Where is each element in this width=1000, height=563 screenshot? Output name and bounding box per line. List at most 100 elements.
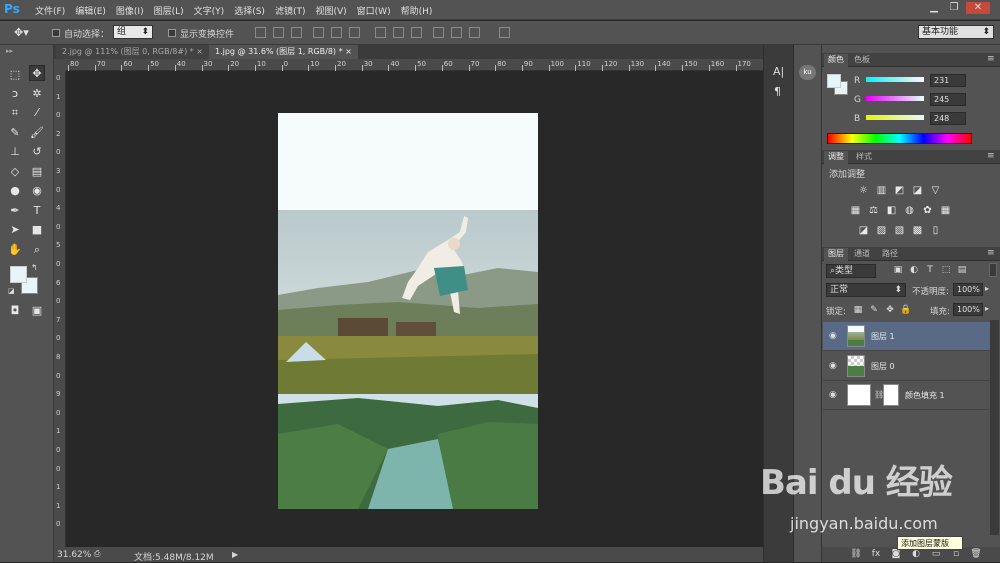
- lasso-tool-icon[interactable]: ↄ: [7, 86, 23, 102]
- healing-brush-tool-icon[interactable]: ✎: [7, 125, 23, 141]
- eye-icon[interactable]: ◉: [829, 331, 837, 341]
- invert-icon[interactable]: ◪: [858, 225, 869, 236]
- menu-layer[interactable]: 图层(L): [149, 4, 189, 17]
- opacity-input[interactable]: 100%: [953, 283, 983, 296]
- screen-mode-icon[interactable]: ▣: [29, 303, 45, 319]
- link-layers-icon[interactable]: ⛓: [850, 548, 862, 560]
- auto-select-checkbox[interactable]: [52, 28, 60, 38]
- menu-edit[interactable]: 编辑(E): [70, 4, 111, 17]
- filter-toggle[interactable]: [989, 263, 997, 277]
- lock-image-icon[interactable]: ✎: [868, 304, 880, 316]
- tab-adjustments[interactable]: 调整: [824, 151, 848, 164]
- history-brush-tool-icon[interactable]: ↺: [29, 144, 45, 160]
- layer-filter-dropdown[interactable]: ⌕类型: [826, 264, 876, 278]
- filter-type-icon[interactable]: T: [924, 264, 936, 276]
- filter-pixel-icon[interactable]: ▣: [892, 264, 904, 276]
- distribute-left-icon[interactable]: [433, 27, 444, 38]
- levels-icon[interactable]: ▥: [876, 185, 887, 196]
- color-fg-swatch[interactable]: [827, 74, 841, 88]
- align-vcenter-icon[interactable]: [273, 27, 284, 38]
- align-bottom-icon[interactable]: [291, 27, 302, 38]
- menu-select[interactable]: 选择(S): [229, 4, 270, 17]
- filter-shape-icon[interactable]: ⬚: [940, 264, 952, 276]
- blue-value-input[interactable]: 248: [930, 112, 966, 125]
- align-left-icon[interactable]: [313, 27, 324, 38]
- tab-swatches[interactable]: 色板: [850, 54, 874, 67]
- gradient-tool-icon[interactable]: ▤: [29, 164, 45, 180]
- export-icon[interactable]: ⎙: [94, 549, 100, 559]
- distribute-bottom-icon[interactable]: [411, 27, 422, 38]
- close-tab-icon[interactable]: ×: [345, 47, 352, 56]
- blue-slider[interactable]: [866, 115, 924, 120]
- red-slider[interactable]: [866, 77, 924, 82]
- color-lookup-icon[interactable]: ▦: [940, 205, 951, 216]
- quick-mask-icon[interactable]: ◘: [7, 303, 23, 319]
- tab-1jpg[interactable]: 1.jpg @ 31.6% (图层 1, RGB/8) * ×: [209, 45, 358, 59]
- gradient-map-icon[interactable]: ▯: [930, 225, 941, 236]
- vertical-ruler[interactable]: 0 1 0 2 0 3 0 4 0 5 0 6 0 7 0 8 0 9 0 1 0 0 1 1 0: [54, 71, 66, 547]
- type-tool-icon[interactable]: T: [29, 203, 45, 219]
- green-slider[interactable]: [866, 96, 924, 101]
- red-value-input[interactable]: 231: [930, 74, 966, 87]
- exposure-icon[interactable]: ◪: [912, 185, 923, 196]
- dodge-tool-icon[interactable]: ◉: [29, 183, 45, 199]
- tab-paths[interactable]: 路径: [878, 248, 902, 261]
- lock-position-icon[interactable]: ✥: [884, 304, 896, 316]
- show-transform-checkbox[interactable]: [168, 28, 176, 38]
- menu-file[interactable]: 文件(F): [30, 4, 70, 17]
- menu-filter[interactable]: 滤镜(T): [270, 4, 311, 17]
- distribute-vcenter-icon[interactable]: [393, 27, 404, 38]
- rectangle-tool-icon[interactable]: ■: [29, 222, 45, 238]
- tab-2jpg[interactable]: 2.jpg @ 111% (图层 0, RGB/8#) * ×: [56, 45, 209, 59]
- delete-layer-icon[interactable]: 🗑: [970, 548, 982, 560]
- brightness-icon[interactable]: ☼: [858, 185, 869, 196]
- opacity-arrow-icon[interactable]: ▸: [985, 284, 989, 293]
- menu-type[interactable]: 文字(Y): [189, 4, 230, 17]
- menu-window[interactable]: 窗口(W): [352, 4, 396, 17]
- layer-row-0[interactable]: ◉ 图层 0: [823, 352, 990, 381]
- panel-menu-icon[interactable]: ≡: [987, 54, 995, 64]
- pen-tool-icon[interactable]: ✒: [7, 203, 23, 219]
- tab-layers[interactable]: 图层: [824, 248, 848, 261]
- auto-select-dropdown[interactable]: 组 ⬍: [113, 25, 153, 39]
- tab-channels[interactable]: 通道: [850, 248, 874, 261]
- eyedropper-tool-icon[interactable]: ⁄: [29, 105, 45, 121]
- eraser-tool-icon[interactable]: ◇: [7, 164, 23, 180]
- menu-help[interactable]: 帮助(H): [396, 4, 438, 17]
- curves-icon[interactable]: ◩: [894, 185, 905, 196]
- close-tab-icon[interactable]: ×: [196, 47, 203, 56]
- brush-tool-icon[interactable]: 🖌: [29, 125, 45, 141]
- blend-mode-dropdown[interactable]: 正常 ⬍: [826, 283, 906, 297]
- panel-collapse-icon[interactable]: ▸▸: [6, 47, 13, 55]
- lock-transparent-icon[interactable]: ▦: [852, 304, 864, 316]
- align-top-icon[interactable]: [255, 27, 266, 38]
- clone-stamp-tool-icon[interactable]: ⊥: [7, 144, 23, 160]
- character-panel-icon[interactable]: A|: [773, 65, 784, 78]
- menu-view[interactable]: 视图(V): [310, 4, 351, 17]
- kuler-icon[interactable]: ku: [799, 65, 816, 80]
- path-selection-tool-icon[interactable]: ➤: [7, 222, 23, 238]
- align-hcenter-icon[interactable]: [331, 27, 342, 38]
- layers-scrollbar[interactable]: [990, 320, 999, 535]
- filter-smart-object-icon[interactable]: ▤: [956, 264, 968, 276]
- tab-styles[interactable]: 样式: [852, 151, 876, 164]
- restore-icon[interactable]: ❐: [946, 2, 962, 14]
- color-spectrum-ramp[interactable]: [827, 133, 972, 144]
- posterize-icon[interactable]: ▨: [876, 225, 887, 236]
- move-tool-preset-icon[interactable]: ✥▾: [14, 26, 29, 39]
- panel-menu-icon[interactable]: ≡: [987, 151, 995, 161]
- align-right-icon[interactable]: [349, 27, 360, 38]
- threshold-icon[interactable]: ▧: [894, 225, 905, 236]
- swap-colors-icon[interactable]: ↰: [31, 263, 38, 272]
- foreground-color-swatch[interactable]: [10, 266, 27, 283]
- horizontal-ruler[interactable]: 80 70 60 50 40 30 20 10 0 10 20 30 40 50 60 70 80 90 100 11…: [66, 59, 763, 71]
- eye-icon[interactable]: ◉: [829, 361, 837, 371]
- fill-input[interactable]: 100%: [953, 303, 983, 316]
- layer-row-fill[interactable]: ◉ ⛓ 颜色填充 1: [823, 381, 990, 410]
- zoom-tool-icon[interactable]: ⌕: [29, 242, 45, 258]
- auto-align-icon[interactable]: [499, 27, 510, 38]
- zoom-level[interactable]: 31.62%: [57, 550, 91, 560]
- hue-saturation-icon[interactable]: ▦: [850, 205, 861, 216]
- crop-tool-icon[interactable]: ⌗: [7, 105, 23, 121]
- hand-tool-icon[interactable]: ✋: [7, 242, 23, 258]
